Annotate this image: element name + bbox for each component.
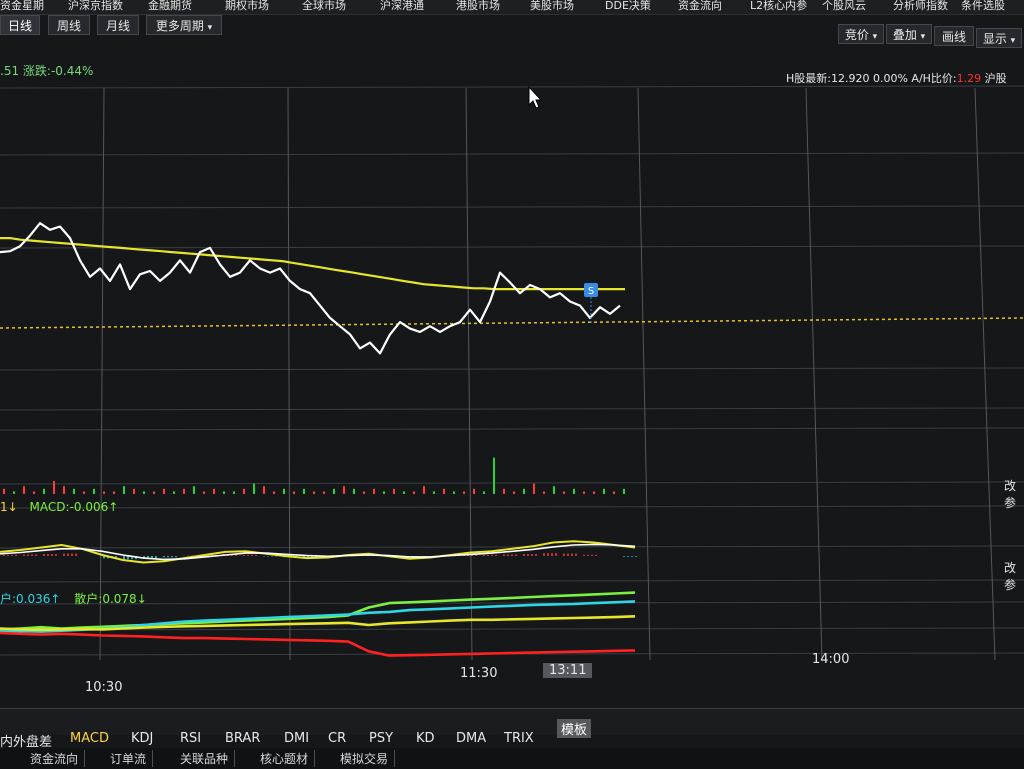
time-label-cursor: 13:11 bbox=[543, 663, 593, 678]
tab-trix[interactable]: TRIX bbox=[504, 731, 534, 746]
grid-v-line bbox=[805, 87, 823, 661]
fund-a-value: 户:0.036 bbox=[0, 592, 51, 606]
grid-v-line bbox=[637, 87, 651, 661]
volume-bars bbox=[3, 457, 625, 494]
tab-brar[interactable]: BRAR bbox=[225, 731, 260, 746]
grid-h-line bbox=[0, 85, 1024, 89]
func-order-flow[interactable]: 订单流 bbox=[110, 750, 154, 767]
func-sim-trade[interactable]: 模拟交易 bbox=[340, 750, 396, 767]
grid-h-line bbox=[0, 579, 1024, 583]
time-label-1130: 11:30 bbox=[460, 666, 498, 681]
grid-h-line bbox=[0, 367, 1024, 371]
arrow-up-icon: ↑ bbox=[50, 592, 61, 606]
indicator-tabs: 内外盘差 MACD KDJ RSI BRAR DMI CR PSY KD DMA… bbox=[0, 708, 1024, 750]
signal-marker-label: S bbox=[588, 286, 594, 297]
macd-dif-line bbox=[0, 540, 636, 564]
tab-kdj[interactable]: KDJ bbox=[131, 731, 153, 746]
grid-h-line bbox=[0, 545, 1024, 549]
signal-marker[interactable]: S bbox=[584, 283, 598, 325]
grid-v-line bbox=[99, 87, 105, 661]
grid-h-line bbox=[0, 152, 1024, 156]
grid-h-line bbox=[0, 245, 1024, 249]
cursor-icon bbox=[528, 85, 543, 109]
chart-canvas: S bbox=[0, 85, 1024, 661]
tab-dmi[interactable]: DMI bbox=[284, 731, 309, 746]
tab-template[interactable]: 模板 bbox=[557, 719, 592, 738]
prev-close-line bbox=[0, 317, 1024, 329]
arrow-up-icon: ↑ bbox=[108, 500, 119, 514]
macd-label: 1↓ MACD:-0.006↑ bbox=[0, 500, 118, 514]
grid-h-line bbox=[0, 427, 1024, 431]
arrow-down-icon: ↓ bbox=[136, 592, 147, 606]
grid-v-line bbox=[287, 87, 291, 661]
grid-h-line bbox=[0, 481, 1024, 485]
tab-psy[interactable]: PSY bbox=[369, 731, 393, 746]
bottom-function-bar: 资金流向 订单流 关联品种 核心题材 模拟交易 bbox=[0, 748, 1024, 769]
grid-h-line bbox=[0, 505, 1024, 509]
fund-red-line bbox=[0, 631, 636, 657]
change-param-2[interactable]: 改参 bbox=[1004, 559, 1024, 593]
time-label-1400: 14:00 bbox=[812, 652, 850, 667]
tab-macd[interactable]: MACD bbox=[70, 731, 109, 746]
tab-dma[interactable]: DMA bbox=[456, 731, 486, 746]
price-line bbox=[0, 222, 621, 355]
fund-b-value: 散户:0.078 bbox=[74, 592, 137, 606]
time-label-1030: 10:30 bbox=[85, 680, 123, 695]
avg-price-line bbox=[0, 237, 625, 291]
grid-v-line bbox=[974, 87, 996, 661]
grid-h-line bbox=[0, 205, 1024, 209]
macd-prefix: 1 bbox=[0, 500, 8, 514]
macd-value: MACD:-0.006 bbox=[29, 500, 109, 514]
func-core-topics[interactable]: 核心题材 bbox=[260, 750, 316, 767]
func-fund-flow[interactable]: 资金流向 bbox=[30, 750, 86, 767]
grid-h-line bbox=[0, 407, 1024, 411]
grid bbox=[0, 85, 1024, 661]
arrow-down-icon: ↓ bbox=[7, 500, 18, 514]
grid-h-line bbox=[0, 601, 1024, 605]
tab-kd[interactable]: KD bbox=[416, 731, 435, 746]
tab-cr[interactable]: CR bbox=[328, 731, 346, 746]
tab-rsi[interactable]: RSI bbox=[180, 731, 201, 746]
change-param-1[interactable]: 改参 bbox=[1004, 477, 1024, 511]
grid-v-line bbox=[465, 87, 473, 661]
fund-label: 户:0.036↑ 散户:0.078↓ bbox=[0, 590, 147, 607]
func-related[interactable]: 关联品种 bbox=[180, 750, 236, 767]
